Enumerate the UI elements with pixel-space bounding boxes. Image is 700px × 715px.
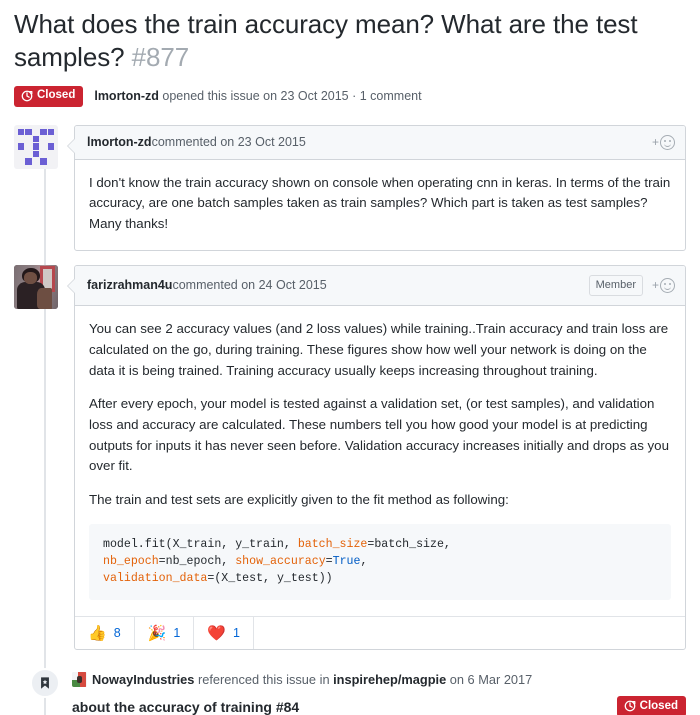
code-text: =batch_size,	[367, 537, 451, 551]
event-content: NowayIndustries referenced this issue in…	[72, 668, 686, 715]
issue-author-link[interactable]: lmorton-zd	[94, 89, 159, 103]
referenced-issue-title: about the accuracy of training	[72, 698, 276, 715]
code-token: show_accuracy	[235, 555, 326, 569]
comment-header: farizrahman4u commented on 24 Oct 2015 M…	[75, 265, 685, 307]
code-token: nb_epoch	[103, 555, 159, 569]
event-actor-link[interactable]: NowayIndustries	[92, 672, 194, 687]
issue-number: #877	[131, 42, 190, 73]
event-repo-link[interactable]: inspirehep/magpie	[333, 672, 446, 687]
reaction-heart-button[interactable]: ❤️ 1	[194, 617, 254, 650]
reaction-count: 1	[173, 626, 181, 641]
comment-item: farizrahman4u commented on 24 Oct 2015 M…	[14, 264, 686, 651]
code-text: =(X_test, y_test))	[207, 572, 333, 586]
reaction-thumbs-up-button[interactable]: 👍 8	[75, 617, 135, 650]
comment-paragraph: I don't know the train accuracy shown on…	[89, 174, 671, 231]
comment-timestamp: commented on 24 Oct 2015	[172, 278, 327, 293]
referenced-issue-link[interactable]: about the accuracy of training #84	[72, 699, 299, 715]
smiley-icon	[660, 277, 675, 293]
status-badge: Closed	[14, 85, 84, 107]
issue-title-text: What does the train accuracy mean? What …	[14, 9, 638, 73]
event-icon-wrapper	[30, 668, 60, 699]
referenced-issue-status-badge: Closed	[616, 696, 686, 715]
avatar[interactable]	[72, 672, 87, 688]
comment-content: I don't know the train accuracy shown on…	[75, 160, 685, 250]
reaction-count: 1	[232, 626, 240, 641]
comment-header: lmorton-zd commented on 23 Oct 2015 +	[75, 125, 685, 160]
comment-content: You can see 2 accuracy values (and 2 los…	[75, 306, 685, 616]
issue-timeline: lmorton-zd commented on 23 Oct 2015 + I …	[14, 124, 686, 715]
referenced-issue-row: about the accuracy of training #84 Close…	[72, 696, 686, 715]
add-reaction-button[interactable]: +	[652, 134, 675, 150]
reaction-hooray-button[interactable]: 🎉 1	[135, 617, 195, 650]
heart-emoji-icon: ❤️	[207, 624, 226, 642]
reaction-count: 8	[113, 626, 121, 641]
issue-meta-text: lmorton-zd opened this issue on 23 Oct 2…	[94, 89, 421, 103]
comment-author-link[interactable]: lmorton-zd	[87, 135, 152, 149]
status-badge-label: Closed	[37, 88, 76, 101]
comment-item: lmorton-zd commented on 23 Oct 2015 + I …	[14, 124, 686, 251]
author-association-badge: Member	[588, 274, 643, 297]
reactions-bar: 👍 8 🎉 1 ❤️ 1	[75, 616, 685, 650]
avatar[interactable]	[14, 264, 58, 309]
timeline-event-referenced: NowayIndustries referenced this issue in…	[24, 668, 686, 715]
identicon-avatar	[14, 124, 58, 169]
event-timestamp: on 6 Mar 2017	[446, 672, 533, 688]
event-description: NowayIndustries referenced this issue in…	[72, 672, 686, 688]
add-reaction-button[interactable]: +	[652, 277, 675, 293]
page-title: What does the train accuracy mean? What …	[14, 0, 686, 75]
issue-meta-rest: opened this issue on 23 Oct 2015 · 1 com…	[158, 89, 422, 104]
code-text: =	[325, 555, 333, 569]
thumbs-up-emoji-icon: 👍	[88, 624, 107, 642]
comment-author-link[interactable]: farizrahman4u	[87, 278, 172, 292]
comment-body: lmorton-zd commented on 23 Oct 2015 + I …	[67, 124, 686, 251]
issue-closed-icon	[624, 701, 636, 712]
referenced-issue-status-label: Closed	[639, 699, 678, 712]
issue-meta-row: Closed lmorton-zd opened this issue on 2…	[14, 85, 686, 107]
code-token: validation_data	[103, 572, 208, 586]
comment-paragraph: The train and test sets are explicitly g…	[89, 492, 509, 508]
photo-avatar	[14, 264, 58, 309]
party-popper-emoji-icon: 🎉	[147, 624, 167, 642]
reactions-spacer	[254, 617, 685, 649]
code-token: batch_size	[297, 537, 368, 551]
comment-paragraph: You can see 2 accuracy values (and 2 los…	[89, 321, 669, 378]
code-text: =nb_epoch,	[158, 555, 236, 569]
code-block: model.fit(X_train, y_train, batch_size=b…	[89, 523, 671, 601]
comment-paragraph: After every epoch, your model is tested …	[89, 396, 669, 474]
smiley-icon	[660, 134, 675, 150]
code-text: model.fit(X_train, y_train,	[103, 537, 298, 551]
code-text: ,	[360, 555, 368, 569]
comment-header-actions: Member +	[588, 274, 675, 297]
issue-page: What does the train accuracy mean? What …	[0, 0, 700, 715]
issue-closed-icon	[21, 90, 33, 101]
event-text: referenced this issue in	[194, 672, 334, 688]
comment-body: farizrahman4u commented on 24 Oct 2015 M…	[67, 264, 686, 651]
comment-header-actions: +	[652, 134, 675, 150]
code-token: True	[332, 555, 361, 569]
bookmark-icon	[41, 677, 49, 690]
comment-timestamp: commented on 23 Oct 2015	[151, 135, 306, 150]
referenced-issue-number: #84	[275, 698, 300, 715]
avatar[interactable]	[14, 124, 58, 169]
